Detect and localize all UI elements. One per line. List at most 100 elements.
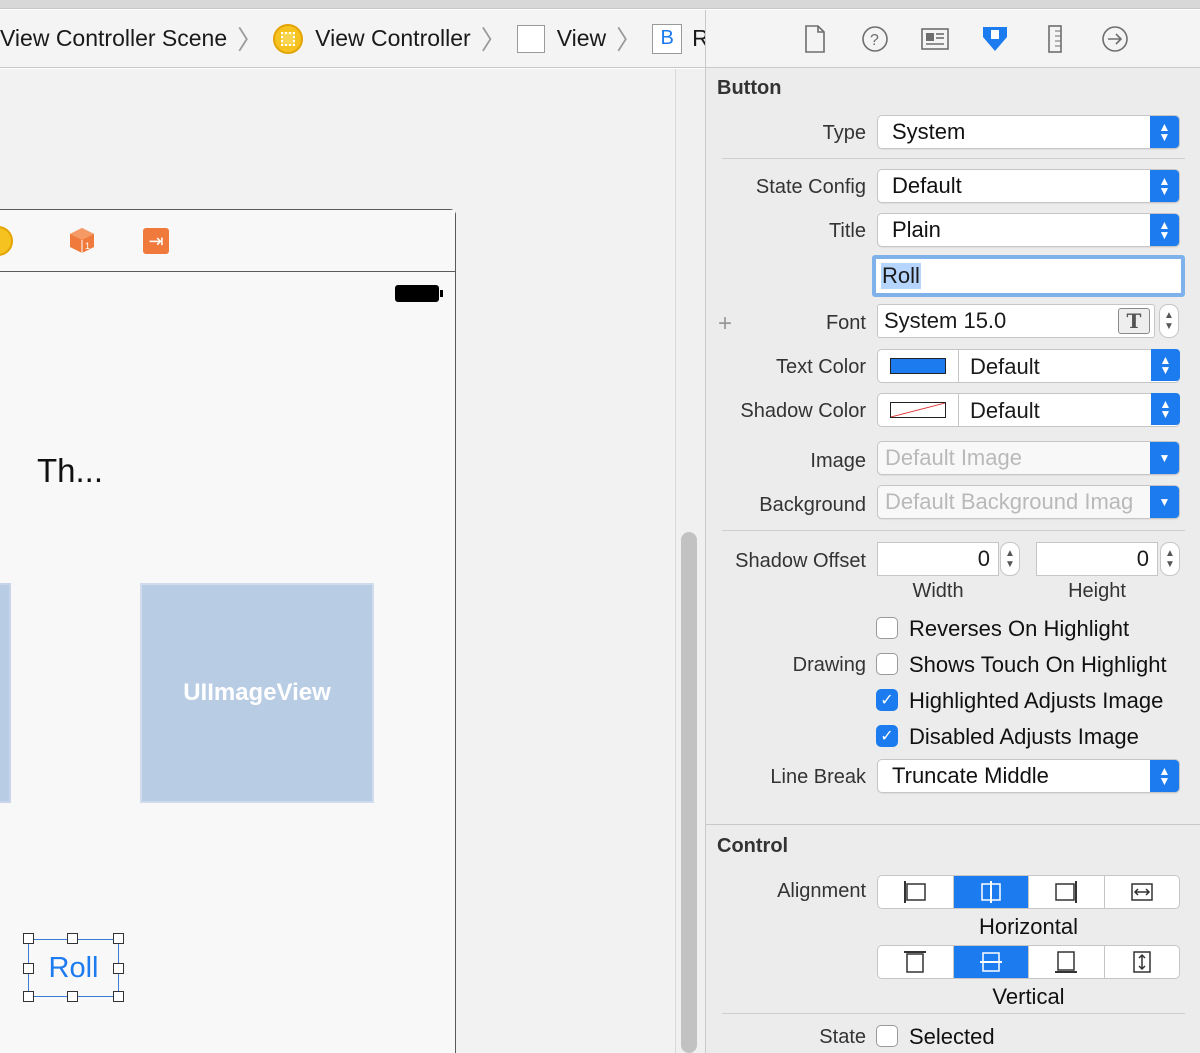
view-controller-icon[interactable] <box>0 226 13 256</box>
shows-touch-on-highlight-checkbox[interactable] <box>876 653 898 675</box>
checkmark-icon: ✓ <box>880 692 894 709</box>
text-color-popup[interactable]: Default ▲ ▼ <box>877 349 1180 383</box>
align-bottom-segment[interactable] <box>1029 946 1105 978</box>
vertical-label: Vertical <box>992 984 1065 1009</box>
help-inspector-icon[interactable]: ? <box>860 24 890 54</box>
exit-icon[interactable]: ⇥ <box>143 228 169 254</box>
breadcrumb-label: Roll <box>692 25 705 52</box>
align-top-segment[interactable] <box>878 946 954 978</box>
breadcrumb-item-view-controller[interactable]: View Controller <box>273 23 471 54</box>
state-config-value: Default <box>892 173 962 198</box>
shadow-color-swatch-cell[interactable] <box>878 394 959 426</box>
connections-inspector-icon[interactable] <box>1100 24 1130 54</box>
breadcrumb-item-scene[interactable]: View Controller Scene <box>0 25 227 52</box>
font-field[interactable]: System 15.0 T <box>877 304 1155 338</box>
shadow-color-popup[interactable]: Default ▲ ▼ <box>877 393 1180 427</box>
font-size-stepper[interactable]: ▲ ▼ <box>1159 304 1179 338</box>
image-view-left[interactable] <box>0 583 11 803</box>
resize-handle[interactable] <box>23 991 34 1002</box>
alignment-label: Alignment <box>777 880 866 902</box>
text-color-value: Default <box>970 354 1040 379</box>
line-break-value: Truncate Middle <box>892 763 1049 788</box>
shadow-color-swatch <box>890 402 946 418</box>
image-combo[interactable]: Default Image ▼ <box>877 441 1180 475</box>
height-label: Height <box>1068 580 1126 602</box>
shadow-height-field[interactable]: 0 <box>1036 542 1158 576</box>
popup-arrows: ▲ ▼ <box>1150 349 1180 383</box>
background-combo[interactable]: Default Background Imag ▼ <box>877 485 1180 519</box>
resize-handle[interactable] <box>23 933 34 944</box>
align-middle-segment[interactable] <box>953 946 1029 978</box>
checkmark-icon: ✓ <box>880 728 894 745</box>
align-bottom-icon <box>1055 951 1078 973</box>
align-right-icon <box>1055 881 1078 903</box>
text-color-swatch-cell[interactable] <box>878 350 959 382</box>
first-responder-icon[interactable]: 1 <box>68 226 96 254</box>
popup-arrows: ▲ ▼ <box>1150 393 1180 427</box>
type-value: System <box>892 119 966 144</box>
inspector-tab-bar: ? <box>706 10 1200 68</box>
resize-handle[interactable] <box>23 963 34 974</box>
xcode-window: View Controller Scene 〉 View Controller … <box>0 0 1200 1053</box>
breadcrumb-item-roll[interactable]: B Roll <box>652 23 705 54</box>
align-fill-vertical-icon <box>1133 951 1151 973</box>
resize-handle[interactable] <box>67 991 78 1002</box>
align-fill-segment[interactable] <box>1105 876 1180 908</box>
view-icon <box>516 24 545 53</box>
line-break-label: Line Break <box>770 766 866 788</box>
resize-handle[interactable] <box>113 933 124 944</box>
image-view[interactable]: UIImageView <box>140 583 374 803</box>
breadcrumb-item-view[interactable]: View <box>516 24 606 53</box>
align-middle-icon <box>979 952 1002 972</box>
label-view[interactable]: Th... <box>37 452 103 490</box>
selected-checkbox[interactable] <box>876 1025 898 1047</box>
font-picker-icon[interactable]: T <box>1118 308 1150 334</box>
canvas-scrollbar-thumb[interactable] <box>681 532 697 1053</box>
disabled-adjusts-image-checkbox[interactable]: ✓ <box>876 725 898 747</box>
horizontal-alignment-control <box>877 875 1180 909</box>
svg-text:1: 1 <box>85 241 90 251</box>
state-label: State <box>819 1026 866 1048</box>
text-color-swatch <box>890 358 946 374</box>
title-popup[interactable]: Plain ▲ ▼ <box>877 213 1180 247</box>
attributes-inspector-icon[interactable] <box>980 24 1010 54</box>
svg-text:?: ? <box>870 32 879 49</box>
resize-handle[interactable] <box>67 933 78 944</box>
align-center-segment[interactable] <box>953 876 1029 908</box>
chevron-right-icon: 〉 <box>480 25 507 55</box>
chevron-down-icon: ▼ <box>1150 486 1179 518</box>
title-value: Plain <box>892 217 941 242</box>
title-text-field[interactable]: Roll <box>872 255 1185 297</box>
align-fill-vertical-segment[interactable] <box>1105 946 1180 978</box>
popup-arrows-icon: ▲ ▼ <box>1151 393 1180 425</box>
background-label: Background <box>759 494 866 516</box>
state-config-popup[interactable]: Default ▲ ▼ <box>877 169 1180 203</box>
reverses-on-highlight-checkbox[interactable] <box>876 617 898 639</box>
shadow-height-stepper[interactable]: ▲ ▼ <box>1160 542 1180 576</box>
shadow-width-stepper[interactable]: ▲ ▼ <box>1000 542 1020 576</box>
roll-button[interactable]: Roll <box>28 939 119 997</box>
popup-arrows-icon: ▲ ▼ <box>1150 170 1179 202</box>
font-label: Font <box>825 312 866 334</box>
type-popup[interactable]: System ▲ ▼ <box>877 115 1180 149</box>
identity-inspector-icon[interactable] <box>920 24 950 54</box>
breadcrumb-label: View Controller <box>315 25 471 51</box>
add-font-variation-icon[interactable]: + <box>718 310 732 338</box>
shadow-color-label: Shadow Color <box>740 400 866 422</box>
resize-handle[interactable] <box>113 991 124 1002</box>
size-inspector-icon[interactable] <box>1040 24 1070 54</box>
line-break-popup[interactable]: Truncate Middle ▲ ▼ <box>877 759 1180 793</box>
file-inspector-icon[interactable] <box>800 24 830 54</box>
title-label: Title <box>828 220 866 242</box>
shadow-width-field[interactable]: 0 <box>877 542 999 576</box>
scene-dock: 1 ⇥ <box>0 210 455 272</box>
disabled-adjusts-image-label: Disabled Adjusts Image <box>909 724 1139 749</box>
highlighted-adjusts-image-checkbox[interactable]: ✓ <box>876 689 898 711</box>
align-left-segment[interactable] <box>878 876 954 908</box>
align-right-segment[interactable] <box>1029 876 1105 908</box>
type-label: Type <box>822 122 866 144</box>
resize-handle[interactable] <box>113 963 124 974</box>
roll-button-label: Roll <box>48 951 99 984</box>
image-label: Image <box>810 450 866 472</box>
section-divider <box>706 824 1200 825</box>
